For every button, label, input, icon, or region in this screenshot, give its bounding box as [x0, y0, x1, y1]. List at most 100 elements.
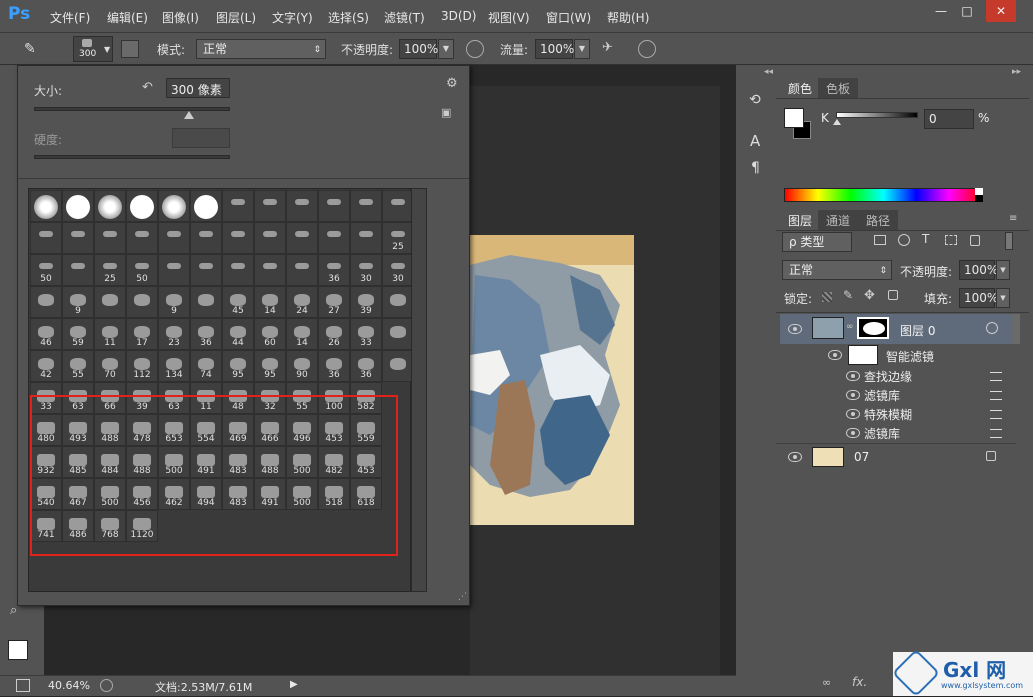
brush-preset-cell[interactable]	[62, 190, 94, 222]
white-swatch[interactable]	[975, 188, 983, 195]
layer-filter-dropdown[interactable]: ρ 类型	[782, 232, 852, 252]
tab-color[interactable]: 颜色	[780, 78, 821, 98]
brush-preset-cell[interactable]	[286, 254, 318, 286]
k-slider[interactable]	[836, 112, 918, 118]
info-icon[interactable]	[100, 679, 113, 692]
brush-preset-cell[interactable]: 46	[30, 318, 62, 350]
filter-row[interactable]: 特殊模糊	[780, 404, 1012, 423]
menu-filter[interactable]: 滤镜(T)	[384, 9, 425, 26]
brush-preset-cell[interactable]	[254, 254, 286, 286]
brush-preset-cell[interactable]	[350, 190, 382, 222]
brush-preset-cell[interactable]: 50	[30, 254, 62, 286]
filter-pixel-icon[interactable]	[874, 235, 886, 245]
brush-preset-cell[interactable]: 36	[350, 350, 382, 382]
brush-preset-cell[interactable]	[158, 254, 190, 286]
filter-options-icon[interactable]	[990, 410, 1002, 419]
brush-preset-cell[interactable]	[318, 190, 350, 222]
brush-tool-icon[interactable]: ✎	[24, 41, 42, 57]
brush-preset-cell[interactable]	[190, 190, 222, 222]
paragraph-icon[interactable]: ¶	[751, 160, 760, 176]
eye-icon[interactable]	[788, 324, 802, 334]
brush-preset-cell[interactable]: 45	[222, 286, 254, 318]
brush-preset-cell[interactable]: 44	[222, 318, 254, 350]
filter-options-icon[interactable]	[990, 391, 1002, 400]
smart-filter-mask-thumbnail[interactable]	[848, 345, 878, 365]
brush-preset-cell[interactable]: 24	[286, 286, 318, 318]
menu-3d[interactable]: 3D(D)	[441, 9, 476, 23]
menu-edit[interactable]: 编辑(E)	[107, 9, 148, 26]
brush-preset-cell[interactable]: 36	[318, 350, 350, 382]
eye-icon[interactable]	[846, 428, 860, 438]
resize-grip-icon[interactable]: ⋰	[458, 592, 467, 602]
brush-preset-cell[interactable]	[126, 222, 158, 254]
menu-select[interactable]: 选择(S)	[328, 9, 369, 26]
tab-paths[interactable]: 路径	[858, 210, 899, 230]
lock-all-icon[interactable]	[888, 290, 898, 300]
opacity-field[interactable]: 100%	[399, 39, 438, 59]
brush-preset-cell[interactable]	[126, 286, 158, 318]
fx-icon[interactable]: fx.	[852, 675, 867, 689]
collapse-left-icon[interactable]: ◂◂	[764, 67, 773, 77]
brush-preset-cell[interactable]	[222, 190, 254, 222]
brush-preset-cell[interactable]	[382, 318, 414, 350]
filter-row[interactable]: 滤镜库	[780, 385, 1012, 404]
pressure-opacity-icon[interactable]	[466, 40, 484, 58]
menu-image[interactable]: 图像(I)	[162, 9, 199, 26]
size-field[interactable]: 300 像素	[166, 78, 230, 98]
brush-preset-cell[interactable]: 59	[62, 318, 94, 350]
filter-row[interactable]: 查找边缘	[780, 366, 1012, 385]
gear-icon[interactable]: ⚙	[446, 76, 458, 91]
filter-type-icon[interactable]: T	[922, 232, 929, 246]
brush-preset-cell[interactable]: 42	[30, 350, 62, 382]
opacity-slider-button[interactable]: ▼	[438, 39, 454, 59]
layer-row-07[interactable]: 07	[780, 445, 1012, 469]
brush-preset-cell[interactable]: 70	[94, 350, 126, 382]
brush-preset-cell[interactable]: 95	[222, 350, 254, 382]
menu-help[interactable]: 帮助(H)	[607, 9, 649, 26]
foreground-color-swatch[interactable]	[8, 640, 28, 660]
mode-dropdown[interactable]: 正常 ⇕	[196, 39, 326, 59]
brush-preset-cell[interactable]: 36	[318, 254, 350, 286]
filter-smart-object-icon[interactable]	[970, 235, 980, 246]
layer-mask-thumbnail[interactable]	[857, 317, 889, 339]
foreground-color-swatch[interactable]	[784, 108, 804, 128]
brush-preset-cell[interactable]: 36	[190, 318, 222, 350]
brush-preset-cell[interactable]: 33	[350, 318, 382, 350]
brush-preset-button[interactable]: 300 ▼	[73, 36, 113, 62]
brush-preset-cell[interactable]	[94, 190, 126, 222]
k-value-field[interactable]: 0	[924, 109, 974, 129]
black-swatch[interactable]	[975, 195, 983, 202]
panel-menu-icon[interactable]: ≡	[1009, 213, 1017, 224]
brush-preset-cell[interactable]	[350, 222, 382, 254]
eye-icon[interactable]	[846, 390, 860, 400]
flow-field[interactable]: 100%	[535, 39, 574, 59]
brush-preset-cell[interactable]	[158, 190, 190, 222]
layers-scrollbar-thumb[interactable]	[1012, 314, 1020, 344]
brush-preset-cell[interactable]	[158, 222, 190, 254]
layer-name[interactable]: 07	[854, 450, 869, 464]
lock-pixels-icon[interactable]: ✎	[843, 288, 853, 302]
brush-preset-cell[interactable]	[30, 222, 62, 254]
size-slider-handle[interactable]	[184, 111, 194, 119]
pressure-size-icon[interactable]	[638, 40, 656, 58]
brush-preset-cell[interactable]	[62, 222, 94, 254]
filter-row[interactable]: 滤镜库	[780, 423, 1012, 442]
brush-preset-cell[interactable]: 39	[350, 286, 382, 318]
brush-preset-cell[interactable]	[30, 190, 62, 222]
eye-icon[interactable]	[828, 350, 842, 360]
menu-window[interactable]: 窗口(W)	[546, 9, 591, 26]
brush-preset-cell[interactable]	[222, 222, 254, 254]
k-slider-handle[interactable]	[833, 119, 841, 125]
tab-swatches[interactable]: 色板	[818, 78, 859, 98]
brush-preset-cell[interactable]: 25	[94, 254, 126, 286]
collapse-right-icon[interactable]: ▸▸	[1012, 67, 1021, 77]
brush-preset-cell[interactable]	[254, 222, 286, 254]
filter-toggle-switch[interactable]	[1005, 232, 1013, 250]
brush-preset-cell[interactable]	[382, 190, 414, 222]
filter-options-icon[interactable]	[990, 429, 1002, 438]
menu-file[interactable]: 文件(F)	[50, 9, 90, 26]
lock-transparency-icon[interactable]	[822, 292, 832, 302]
brush-preset-cell[interactable]	[190, 254, 222, 286]
brush-preset-cell[interactable]: 27	[318, 286, 350, 318]
eye-icon[interactable]	[846, 409, 860, 419]
